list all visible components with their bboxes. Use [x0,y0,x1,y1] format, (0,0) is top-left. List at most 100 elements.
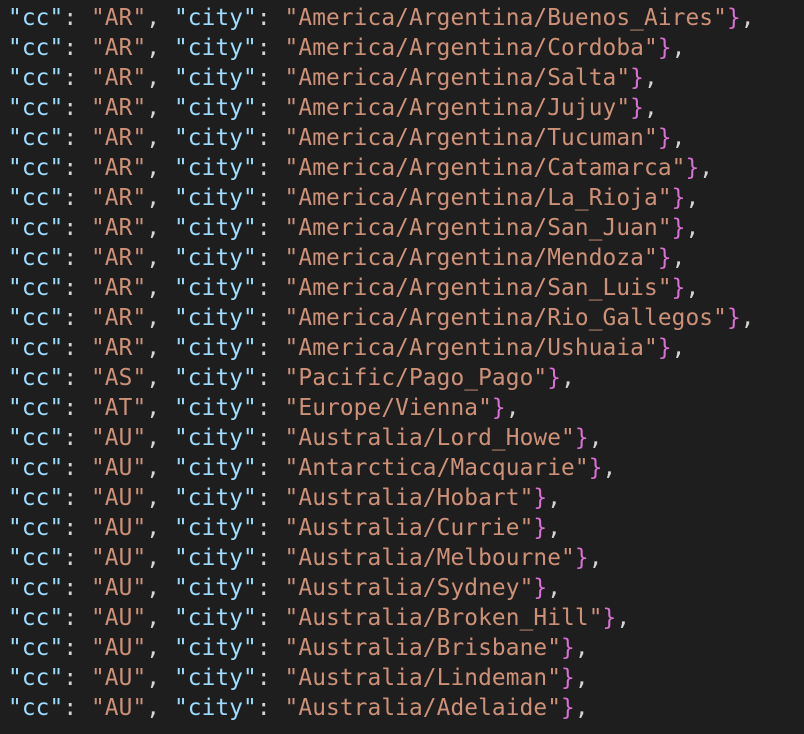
close-brace-icon: } [533,485,547,511]
trailing-comma: , [506,395,520,421]
json-key-cc: "cc" [8,125,63,151]
code-line[interactable]: "cc": "AR", "city": "America/Argentina/S… [8,215,699,241]
colon: : [257,665,285,691]
comma: , [146,695,174,721]
json-value-cc: "AR" [91,5,146,31]
comma: , [146,395,174,421]
json-key-cc: "cc" [8,665,63,691]
code-line[interactable]: "cc": "AU", "city": "Australia/Lindeman"… [8,665,589,691]
colon: : [63,365,91,391]
json-value-city: "America/Argentina/Tucuman" [285,125,658,151]
close-brace-icon: } [658,335,672,361]
comma: , [146,215,174,241]
colon: : [63,515,91,541]
code-line[interactable]: "cc": "AU", "city": "Australia/Lord_Howe… [8,425,603,451]
json-value-city: "America/Argentina/San_Juan" [285,215,672,241]
code-line[interactable]: "cc": "AU", "city": "Australia/Hobart"}, [8,485,561,511]
close-brace-icon: } [561,635,575,661]
json-value-city: "Australia/Lord_Howe" [285,425,575,451]
close-brace-icon: } [727,5,741,31]
colon: : [257,455,285,481]
json-value-cc: "AR" [91,155,146,181]
code-line[interactable]: "cc": "AU", "city": "Australia/Melbourne… [8,545,603,571]
code-line[interactable]: "cc": "AR", "city": "America/Argentina/J… [8,95,658,121]
json-value-city: "Australia/Sydney" [285,575,534,601]
json-key-cc: "cc" [8,515,63,541]
json-key-cc: "cc" [8,485,63,511]
colon: : [257,125,285,151]
close-brace-icon: } [727,305,741,331]
json-key-cc: "cc" [8,575,63,601]
json-key-city: "city" [174,665,257,691]
comma: , [146,95,174,121]
code-line[interactable]: "cc": "AR", "city": "America/Argentina/M… [8,245,685,271]
json-key-city: "city" [174,695,257,721]
json-key-cc: "cc" [8,335,63,361]
comma: , [146,245,174,271]
trailing-comma: , [644,95,658,121]
colon: : [257,695,285,721]
comma: , [146,515,174,541]
trailing-comma: , [672,35,686,61]
json-value-cc: "AU" [91,425,146,451]
trailing-comma: , [575,665,589,691]
json-value-city: "Australia/Currie" [285,515,534,541]
json-value-city: "Australia/Adelaide" [285,695,562,721]
json-value-city: "America/Argentina/Mendoza" [285,245,658,271]
comma: , [146,485,174,511]
close-brace-icon: } [547,365,561,391]
comma: , [146,305,174,331]
colon: : [63,275,91,301]
colon: : [257,575,285,601]
colon: : [63,155,91,181]
json-value-cc: "AR" [91,65,146,91]
code-line[interactable]: "cc": "AR", "city": "America/Argentina/L… [8,185,699,211]
json-value-cc: "AT" [91,395,146,421]
json-key-cc: "cc" [8,605,63,631]
colon: : [63,665,91,691]
colon: : [257,305,285,331]
trailing-comma: , [603,455,617,481]
code-line[interactable]: "cc": "AU", "city": "Australia/Brisbane"… [8,635,589,661]
code-line[interactable]: "cc": "AU", "city": "Australia/Sydney"}, [8,575,561,601]
json-value-cc: "AU" [91,575,146,601]
json-key-city: "city" [174,245,257,271]
json-value-city: "Australia/Lindeman" [285,665,562,691]
colon: : [63,215,91,241]
json-value-cc: "AU" [91,485,146,511]
colon: : [257,335,285,361]
trailing-comma: , [589,545,603,571]
json-value-cc: "AR" [91,335,146,361]
comma: , [146,665,174,691]
code-line[interactable]: "cc": "AR", "city": "America/Argentina/S… [8,275,699,301]
json-value-city: "Pacific/Pago_Pago" [285,365,548,391]
code-editor[interactable]: "cc": "AR", "city": "America/Argentina/B… [0,0,804,723]
json-value-cc: "AU" [91,665,146,691]
code-line[interactable]: "cc": "AU", "city": "Australia/Adelaide"… [8,695,589,721]
json-value-city: "America/Argentina/Cordoba" [285,35,658,61]
json-key-cc: "cc" [8,695,63,721]
json-key-cc: "cc" [8,545,63,571]
code-line[interactable]: "cc": "AR", "city": "America/Argentina/U… [8,335,685,361]
close-brace-icon: } [658,125,672,151]
code-line[interactable]: "cc": "AR", "city": "America/Argentina/C… [8,155,713,181]
json-key-cc: "cc" [8,275,63,301]
code-line[interactable]: "cc": "AR", "city": "America/Argentina/R… [8,305,755,331]
code-line[interactable]: "cc": "AR", "city": "America/Argentina/T… [8,125,685,151]
colon: : [63,35,91,61]
colon: : [257,5,285,31]
code-line[interactable]: "cc": "AU", "city": "Australia/Broken_Hi… [8,605,630,631]
colon: : [257,95,285,121]
code-line[interactable]: "cc": "AU", "city": "Australia/Currie"}, [8,515,561,541]
json-key-city: "city" [174,35,257,61]
code-line[interactable]: "cc": "AR", "city": "America/Argentina/C… [8,35,685,61]
code-line[interactable]: "cc": "AR", "city": "America/Argentina/S… [8,65,658,91]
close-brace-icon: } [685,155,699,181]
colon: : [63,425,91,451]
code-line[interactable]: "cc": "AU", "city": "Antarctica/Macquari… [8,455,616,481]
code-line[interactable]: "cc": "AT", "city": "Europe/Vienna"}, [8,395,520,421]
json-key-city: "city" [174,185,257,211]
comma: , [146,455,174,481]
code-line[interactable]: "cc": "AR", "city": "America/Argentina/B… [8,5,755,31]
code-line[interactable]: "cc": "AS", "city": "Pacific/Pago_Pago"}… [8,365,575,391]
